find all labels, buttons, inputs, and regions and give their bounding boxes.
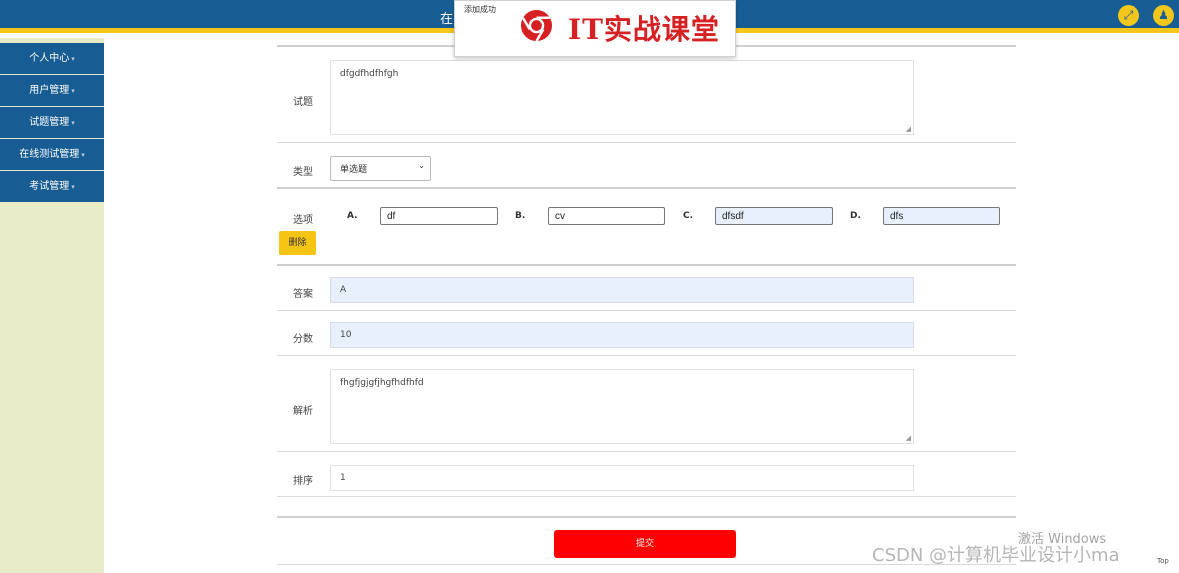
system-title: 在 <box>440 12 454 27</box>
logo-text: IT实战课堂 <box>568 13 720 46</box>
option-b-input[interactable] <box>548 207 665 225</box>
type-select-value: 单选题 <box>340 165 368 175</box>
type-select[interactable]: 单选题 ⌄ <box>330 156 431 181</box>
chevron-down-icon: ▾ <box>71 119 75 127</box>
it-classroom-logo: IT实战课堂 <box>520 6 732 46</box>
chevron-down-icon: ▾ <box>71 87 75 95</box>
sidebar-item-exam-management[interactable]: 考试管理 ▾ <box>0 171 104 202</box>
sidebar-item-online-test-management[interactable]: 在线测试管理 ▾ <box>0 139 104 170</box>
sidebar-item-label: 用户管理 <box>29 85 70 96</box>
option-b-letter: B. <box>515 211 526 221</box>
question-textarea[interactable]: dfgdfhdfhfgh ◢ <box>330 60 914 135</box>
back-to-top-button[interactable]: Top <box>1157 557 1169 565</box>
chevron-down-icon: ▾ <box>71 183 75 191</box>
sort-value: 1 <box>340 473 346 483</box>
analysis-textarea[interactable]: fhgfjgjgfjhgfhdfhfd ◢ <box>330 369 914 444</box>
divider <box>277 516 1016 518</box>
option-c-letter: C. <box>683 211 694 221</box>
option-d-input[interactable] <box>883 207 1000 225</box>
divider <box>277 264 1016 266</box>
divider <box>277 310 1016 311</box>
options-label: 选项 <box>293 215 313 226</box>
submit-button[interactable]: 提交 <box>554 530 736 558</box>
chevron-down-icon: ▾ <box>81 151 85 159</box>
score-value: 10 <box>340 330 352 340</box>
option-a-letter: A. <box>347 211 358 221</box>
chevron-down-icon: ⌄ <box>418 161 425 170</box>
sidebar: 个人中心 ▾ 用户管理 ▾ 试题管理 ▾ 在线测试管理 ▾ 考试管理 ▾ <box>0 38 104 573</box>
toast-message: 添加成功 <box>464 5 496 14</box>
sidebar-item-label: 个人中心 <box>29 53 70 64</box>
sidebar-item-label: 考试管理 <box>29 181 70 192</box>
answer-input[interactable]: A <box>330 277 914 303</box>
divider <box>277 187 1016 189</box>
resize-handle-icon[interactable]: ◢ <box>906 434 911 442</box>
analysis-label: 解析 <box>293 406 313 417</box>
sidebar-item-personal-center[interactable]: 个人中心 ▾ <box>0 43 104 74</box>
question-label: 试题 <box>293 97 313 108</box>
chrome-logo-icon <box>520 9 553 42</box>
question-text: dfgdfhdfhfgh <box>340 69 399 79</box>
answer-value: A <box>340 285 347 295</box>
sidebar-item-label: 在线测试管理 <box>19 149 80 160</box>
expand-icon[interactable]: ⤢ <box>1118 5 1139 26</box>
chevron-down-icon: ▾ <box>71 55 75 63</box>
sidebar-item-label: 试题管理 <box>29 117 70 128</box>
csdn-watermark: CSDN @计算机毕业设计小ma <box>872 545 1120 566</box>
option-c-input[interactable] <box>715 207 833 225</box>
resize-handle-icon[interactable]: ◢ <box>906 125 911 133</box>
user-icon[interactable]: ♟ <box>1153 5 1174 26</box>
answer-label: 答案 <box>293 289 313 300</box>
sort-input[interactable]: 1 <box>330 465 914 491</box>
divider <box>277 496 1016 497</box>
sort-label: 排序 <box>293 476 313 487</box>
option-a-input[interactable] <box>380 207 498 225</box>
divider <box>277 142 1016 143</box>
type-label: 类型 <box>293 167 313 178</box>
delete-option-button[interactable]: 删除 <box>279 231 316 255</box>
score-label: 分数 <box>293 334 313 345</box>
divider <box>277 451 1016 452</box>
option-d-letter: D. <box>850 211 861 221</box>
sidebar-item-question-management[interactable]: 试题管理 ▾ <box>0 107 104 138</box>
divider <box>277 355 1016 356</box>
analysis-text: fhgfjgjgfjhgfhdfhfd <box>340 378 424 388</box>
score-input[interactable]: 10 <box>330 322 914 348</box>
sidebar-item-user-management[interactable]: 用户管理 ▾ <box>0 75 104 106</box>
